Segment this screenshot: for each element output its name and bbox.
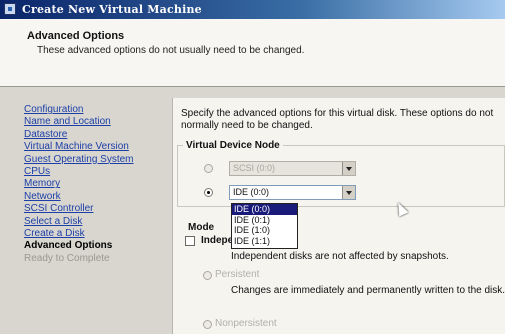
ide-node-dropdown: IDE (0:0) IDE (0:1) IDE (1:0) IDE (1:1) (231, 203, 298, 249)
persistent-label: Persistent (215, 269, 260, 280)
scsi-node-value: SCSI (0:0) (233, 163, 276, 173)
step-scsi-controller[interactable]: SCSI Controller (24, 203, 134, 215)
ide-option[interactable]: IDE (0:0) (232, 204, 297, 215)
step-advanced-options: Advanced Options (24, 240, 113, 252)
chevron-down-icon[interactable] (342, 186, 355, 199)
ide-radio[interactable] (204, 188, 213, 197)
step-guest-operating-system[interactable]: Guest Operating System (24, 154, 134, 166)
advanced-options-panel: Specify the advanced options for this vi… (172, 98, 505, 334)
ide-option[interactable]: IDE (0:1) (232, 215, 297, 226)
wizard-steps: Configuration Name and Location Datastor… (24, 104, 134, 265)
ide-option[interactable]: IDE (1:1) (232, 236, 297, 247)
step-configuration[interactable]: Configuration (24, 104, 134, 116)
ide-node-select[interactable]: IDE (0:0) (229, 185, 356, 200)
scsi-radio[interactable] (204, 164, 213, 173)
step-cpus[interactable]: CPUs (24, 166, 134, 178)
chevron-down-icon[interactable] (342, 162, 355, 175)
ide-option[interactable]: IDE (1:0) (232, 225, 297, 236)
step-network[interactable]: Network (24, 191, 134, 203)
window-title: Create New Virtual Machine (22, 3, 202, 16)
wizard-header: Advanced Options These advanced options … (0, 19, 505, 87)
panel-description: Specify the advanced options for this vi… (181, 108, 494, 131)
persistent-description: Changes are immediately and permanently … (231, 285, 505, 296)
persistent-radio[interactable] (203, 271, 212, 280)
vm-icon (4, 3, 16, 15)
nonpersistent-label: Nonpersistent (215, 318, 277, 329)
step-name-and-location[interactable]: Name and Location (24, 116, 134, 128)
independent-checkbox[interactable] (185, 236, 195, 246)
title-bar: Create New Virtual Machine (0, 0, 505, 19)
step-ready-to-complete: Ready to Complete (24, 252, 110, 264)
independent-description: Independent disks are not affected by sn… (231, 251, 449, 262)
mode-title: Mode (188, 222, 215, 233)
step-memory[interactable]: Memory (24, 178, 134, 190)
step-select-a-disk[interactable]: Select a Disk (24, 216, 134, 228)
page-title: Advanced Options (27, 30, 125, 42)
step-datastore[interactable]: Datastore (24, 129, 134, 141)
ide-node-value: IDE (0:0) (233, 187, 270, 197)
step-virtual-machine-version[interactable]: Virtual Machine Version (24, 141, 134, 153)
page-subtitle: These advanced options do not usually ne… (37, 45, 305, 56)
nonpersistent-radio[interactable] (203, 320, 212, 329)
scsi-node-select[interactable]: SCSI (0:0) (229, 161, 356, 176)
step-create-a-disk[interactable]: Create a Disk (24, 228, 134, 240)
virtual-device-node-title: Virtual Device Node (183, 140, 283, 151)
